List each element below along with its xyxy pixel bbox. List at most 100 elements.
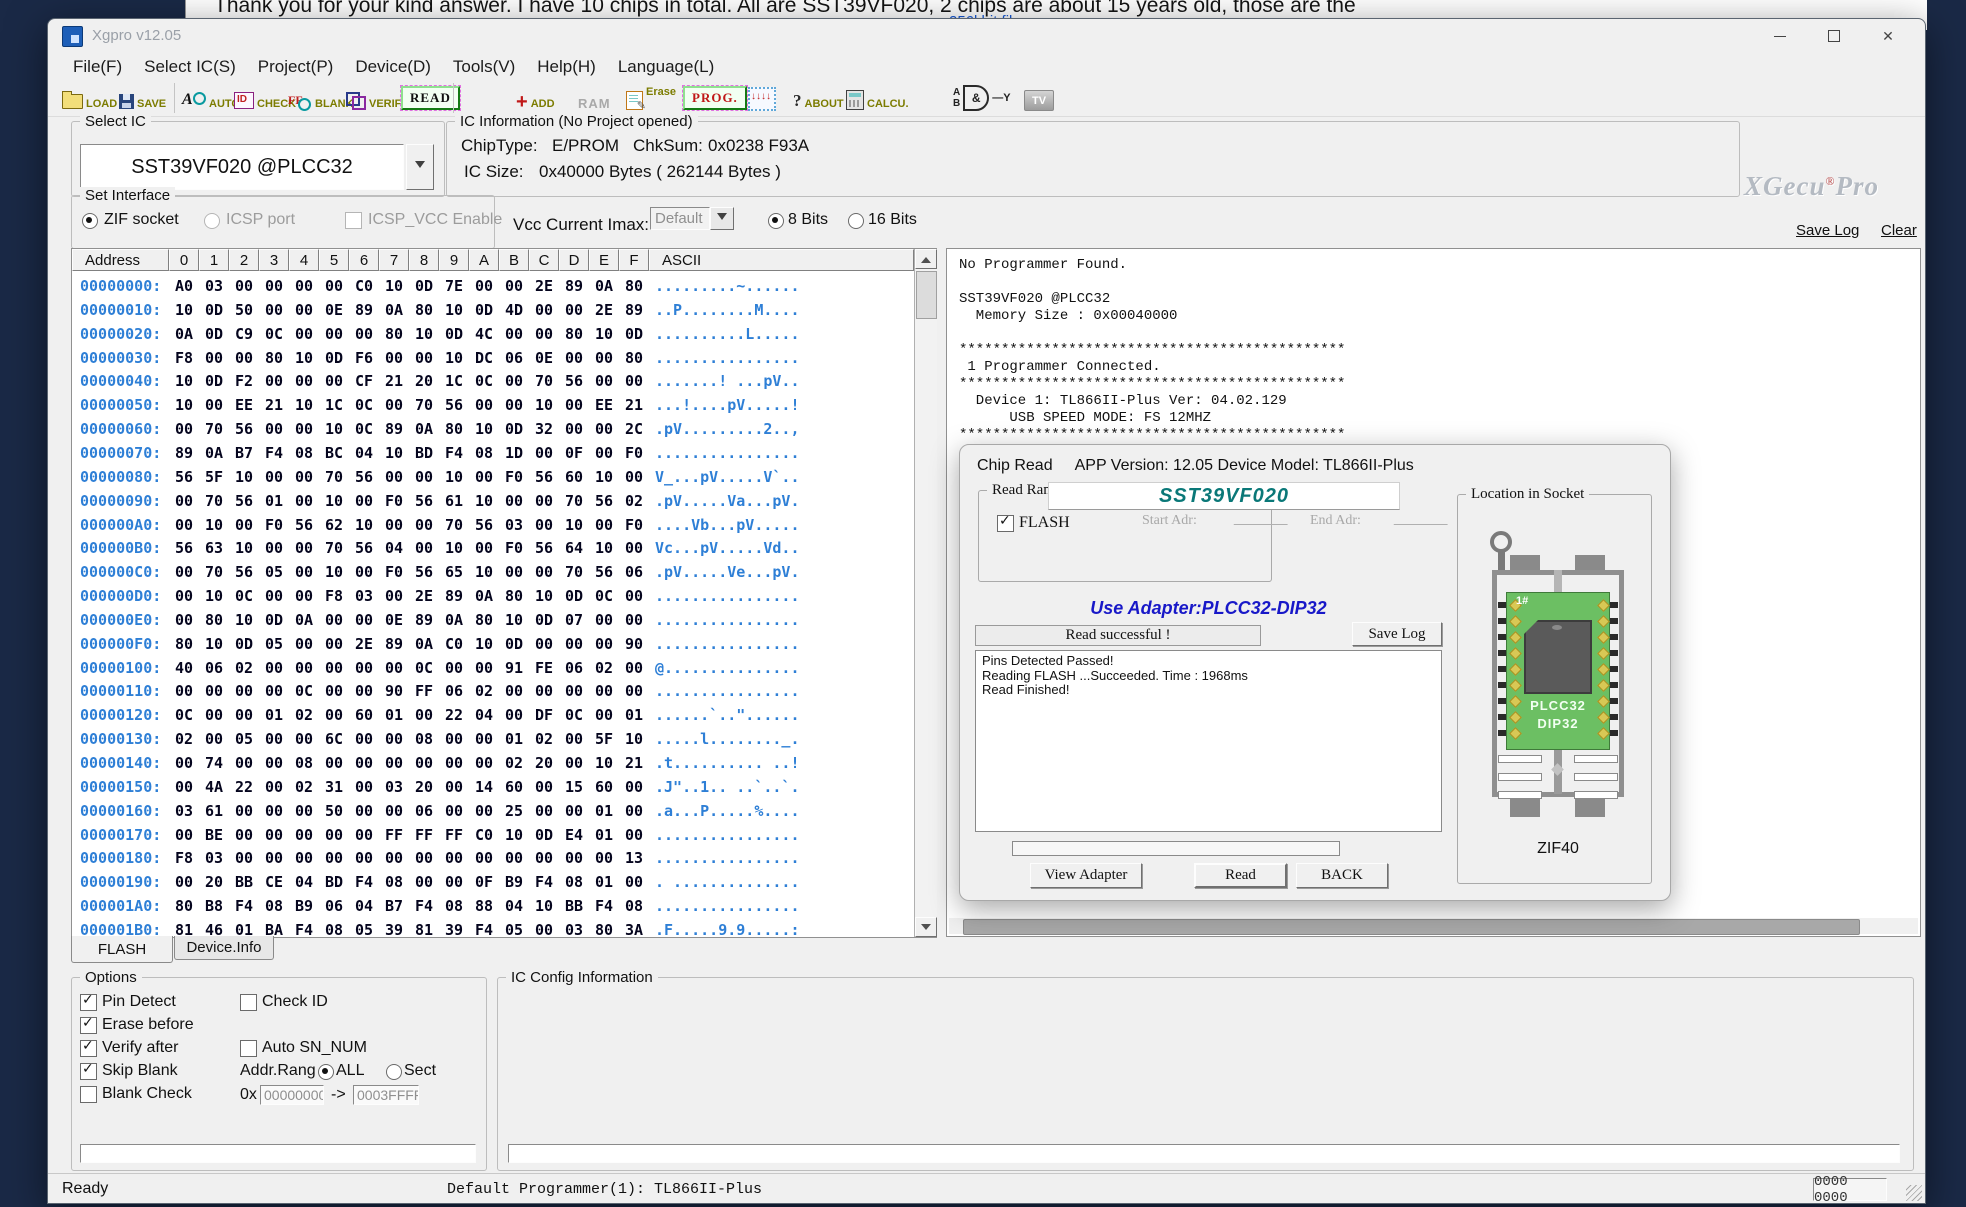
clear-link[interactable]: Clear	[1881, 222, 1917, 239]
hex-row[interactable]: 00000140:0074000008000000000000022000102…	[72, 754, 914, 776]
toolbar-check-button[interactable]: CHECK	[234, 85, 296, 111]
hex-row[interactable]: 000000B0:5663100000705604001000F05664100…	[72, 539, 914, 561]
toolbar-save-button[interactable]: SAVE	[119, 85, 166, 111]
hex-row[interactable]: 00000080:565F100000705600001000F05660100…	[72, 468, 914, 490]
hex-row[interactable]: 000001A0:80B8F408B90604B7F408880410BBF40…	[72, 897, 914, 919]
toolbar-tv-button[interactable]: TV	[1024, 85, 1054, 111]
vertical-scrollbar[interactable]	[914, 249, 937, 937]
menu-item[interactable]: File(F)	[62, 57, 133, 77]
hex-byte: 00	[469, 659, 499, 677]
maximize-button[interactable]	[1813, 24, 1855, 48]
hex-dump[interactable]: 00000000:A00300000000C0100D7E00002E890A8…	[72, 271, 914, 937]
toolbar-tester-button[interactable]	[748, 85, 776, 111]
hex-row[interactable]: 00000060:0070560000100C890A80100D3200002…	[72, 420, 914, 442]
minimize-button[interactable]	[1759, 24, 1801, 48]
toolbar-read-button[interactable]: READ	[401, 84, 460, 110]
hex-byte: 03	[349, 587, 379, 605]
scrollbar-thumb[interactable]	[963, 919, 1860, 935]
hex-row[interactable]: 000001B0:814601BAF40805398139F4050003803…	[72, 921, 914, 937]
hex-row[interactable]: 00000170:00BE0000000000FFFFFFC0100DE4010…	[72, 826, 914, 848]
toolbar-load-button[interactable]: LOAD	[62, 85, 117, 111]
menu-item[interactable]: Language(L)	[607, 57, 725, 77]
toolbar-about-button[interactable]: ABOUT	[793, 85, 844, 111]
erase-before-checkbox[interactable]	[80, 1017, 97, 1034]
hex-row[interactable]: 00000030:F8000080100DF6000010DC060E00008…	[72, 349, 914, 371]
hex-row[interactable]: 00000160:0361000000500000060000250000010…	[72, 802, 914, 824]
hex-row[interactable]: 00000020:0A0DC90C00000080100D4C000080100…	[72, 325, 914, 347]
hex-row[interactable]: 000000A0:001000F05662100000705603001000F…	[72, 516, 914, 538]
addr-sect-radio[interactable]	[386, 1064, 402, 1080]
chksum-value: 0x0238 F93A	[708, 136, 809, 156]
menu-item[interactable]: Help(H)	[526, 57, 607, 77]
hex-row[interactable]: 00000120:0C0000010200600100220400DF0C000…	[72, 706, 914, 728]
vcc-imax-combo[interactable]: Default	[650, 207, 734, 230]
ic-dropdown-button[interactable]	[406, 144, 434, 190]
close-button[interactable]	[1867, 24, 1909, 48]
hex-byte: 00	[259, 301, 289, 319]
selected-ic-value[interactable]: SST39VF020 @PLCC32	[80, 144, 404, 190]
scrollbar-thumb[interactable]	[916, 271, 937, 319]
menu-item[interactable]: Project(P)	[247, 57, 345, 77]
range-from-input[interactable]: 00000000	[260, 1085, 324, 1105]
scroll-down-button[interactable]	[915, 917, 937, 937]
hex-row[interactable]: 00000040:100DF2000000CF21201C0C007056000…	[72, 372, 914, 394]
range-to-input[interactable]: 0003FFFF	[353, 1085, 419, 1105]
read-button[interactable]: Read	[1194, 863, 1287, 888]
toolbar-prog-button[interactable]: PROG.	[683, 84, 747, 110]
menu-item[interactable]: Select IC(S)	[133, 57, 247, 77]
hex-byte: 4C	[469, 325, 499, 343]
addr-all-radio[interactable]	[318, 1064, 334, 1080]
hex-byte: 15	[559, 778, 589, 796]
check-id-checkbox[interactable]	[240, 994, 257, 1011]
toolbar-blank-button[interactable]: BLANK	[288, 85, 354, 111]
hex-row[interactable]: 00000130:02000500006C00000800000102005F1…	[72, 730, 914, 752]
blank-check-checkbox[interactable]	[80, 1086, 97, 1103]
icsp-port-radio[interactable]	[204, 213, 220, 229]
back-button[interactable]: BACK	[1296, 863, 1388, 888]
toolbar-auto-button[interactable]: AAUTO	[182, 85, 240, 111]
bits8-radio[interactable]	[768, 213, 784, 229]
hex-row[interactable]: 00000070:890AB7F408BC0410BDF4081D000F00F…	[72, 444, 914, 466]
toolbar-add-button[interactable]: ADD	[516, 85, 555, 111]
tab-flash[interactable]: FLASH	[71, 936, 173, 963]
menu-item[interactable]: Device(D)	[344, 57, 442, 77]
hex-byte: 00	[499, 849, 529, 867]
toolbar-verify-button[interactable]: VERIFY	[346, 85, 409, 111]
hex-row[interactable]: 00000050:1000EE21101C0C00705600001000EE2…	[72, 396, 914, 418]
hex-row[interactable]: 000000F0:80100D0500002E890AC0100D0000009…	[72, 635, 914, 657]
horizontal-scrollbar[interactable]	[949, 918, 1918, 934]
toolbar-ram-button[interactable]: RAM	[578, 85, 611, 111]
zif-socket-radio[interactable]	[82, 213, 98, 229]
hex-byte: 80	[169, 635, 199, 653]
hex-row[interactable]: 00000110:000000000C000090FF0602000000000…	[72, 682, 914, 704]
pin-detect-checkbox[interactable]	[80, 994, 97, 1011]
hex-row[interactable]: 000000C0:00705605001000F0566510000070560…	[72, 563, 914, 585]
hex-row[interactable]: 00000000:A00300000000C0100D7E00002E890A8…	[72, 277, 914, 299]
skip-blank-checkbox[interactable]	[80, 1063, 97, 1080]
hex-row[interactable]: 00000090:00705601001000F0566110000070560…	[72, 492, 914, 514]
save-log-link[interactable]: Save Log	[1796, 222, 1859, 239]
hex-row[interactable]: 00000010:100D5000000E890A80100D4D00002E8…	[72, 301, 914, 323]
menu-item[interactable]: Tools(V)	[442, 57, 526, 77]
verify-after-checkbox[interactable]	[80, 1040, 97, 1057]
dialog-save-log-button[interactable]: Save Log	[1352, 622, 1442, 646]
auto-sn-checkbox[interactable]	[240, 1040, 257, 1057]
hex-row[interactable]: 00000100:40060200000000000C000091FE06020…	[72, 659, 914, 681]
toolbar-calcu-button[interactable]: CALCU.	[846, 85, 909, 111]
tab-device-info[interactable]: Device.Info	[174, 936, 274, 960]
scroll-up-button[interactable]	[915, 249, 937, 269]
resize-grip[interactable]	[1906, 1185, 1922, 1201]
bits16-radio[interactable]	[848, 213, 864, 229]
flash-checkbox[interactable]	[997, 515, 1014, 532]
title-bar[interactable]: Xgpro v12.05	[48, 19, 1925, 52]
hex-byte: 46	[199, 921, 229, 937]
view-adapter-button[interactable]: View Adapter	[1030, 863, 1142, 888]
hex-row[interactable]: 00000150:004A220002310003200014600015600…	[72, 778, 914, 800]
hex-row[interactable]: 000000D0:00100C0000F803002E890A80100D0C0…	[72, 587, 914, 609]
chevron-down-icon[interactable]	[710, 207, 734, 230]
hex-row[interactable]: 00000180:F803000000000000000000000000001…	[72, 849, 914, 871]
hex-row[interactable]: 00000190:0020BBCE04BDF40800000FB9F408010…	[72, 873, 914, 895]
icsp-vcc-checkbox[interactable]	[345, 212, 362, 229]
toolbar-erase-button[interactable]: Erase	[626, 85, 676, 111]
hex-row[interactable]: 000000E0:0080100D0A00000E890A80100D07000…	[72, 611, 914, 633]
